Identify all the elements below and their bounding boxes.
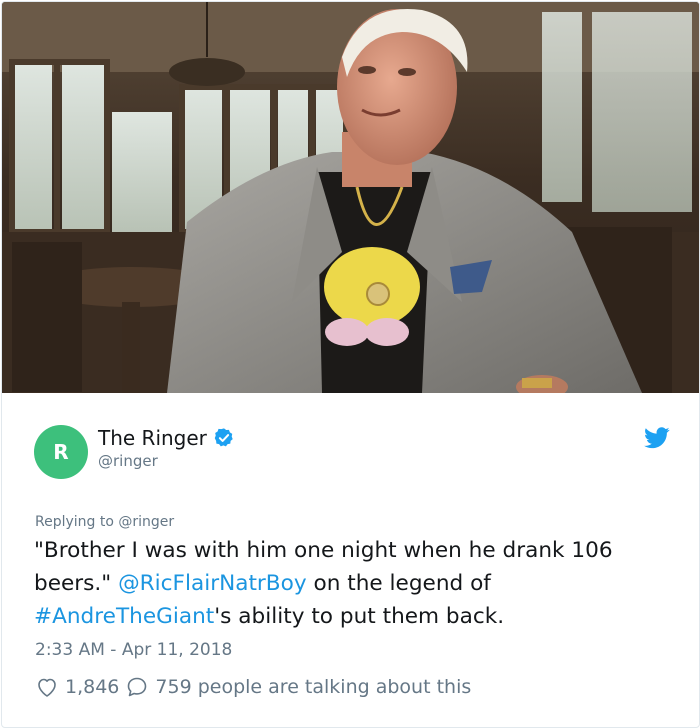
avatar[interactable]: R bbox=[34, 425, 88, 479]
mention-link[interactable]: @RicFlairNatrBoy bbox=[118, 571, 307, 596]
twitter-bird-icon[interactable] bbox=[644, 427, 670, 449]
tweet-card: R The Ringer @ringer Replying to @ringer… bbox=[1, 1, 700, 728]
tweet-timestamp[interactable]: 2:33 AM - Apr 11, 2018 bbox=[35, 640, 232, 660]
avatar-letter: R bbox=[53, 440, 69, 464]
photo-illustration bbox=[2, 2, 699, 393]
tweet-text: "Brother I was with him one night when h… bbox=[34, 534, 674, 633]
conversation-text: 759 people are talking about this bbox=[155, 676, 472, 698]
display-name[interactable]: The Ringer bbox=[98, 426, 207, 450]
engagement-bar: 1,846 759 people are talking about this bbox=[35, 675, 471, 699]
tweet-text-part3: 's ability to put them back. bbox=[214, 604, 505, 629]
speech-bubble-icon bbox=[128, 677, 147, 697]
verified-badge-icon bbox=[214, 428, 233, 447]
conversation-link[interactable]: 759 people are talking about this bbox=[125, 675, 471, 699]
like-button[interactable]: 1,846 bbox=[35, 675, 119, 699]
account-handle[interactable]: @ringer bbox=[98, 452, 158, 470]
like-count: 1,846 bbox=[65, 676, 120, 698]
account-name-row[interactable]: The Ringer bbox=[98, 426, 235, 450]
tweet-text-part2: on the legend of bbox=[306, 571, 491, 596]
replying-to[interactable]: Replying to @ringer bbox=[35, 514, 174, 530]
heart-icon bbox=[38, 678, 56, 697]
hashtag-link[interactable]: #AndreTheGiant bbox=[34, 604, 214, 629]
tweet-photo[interactable] bbox=[2, 2, 699, 393]
